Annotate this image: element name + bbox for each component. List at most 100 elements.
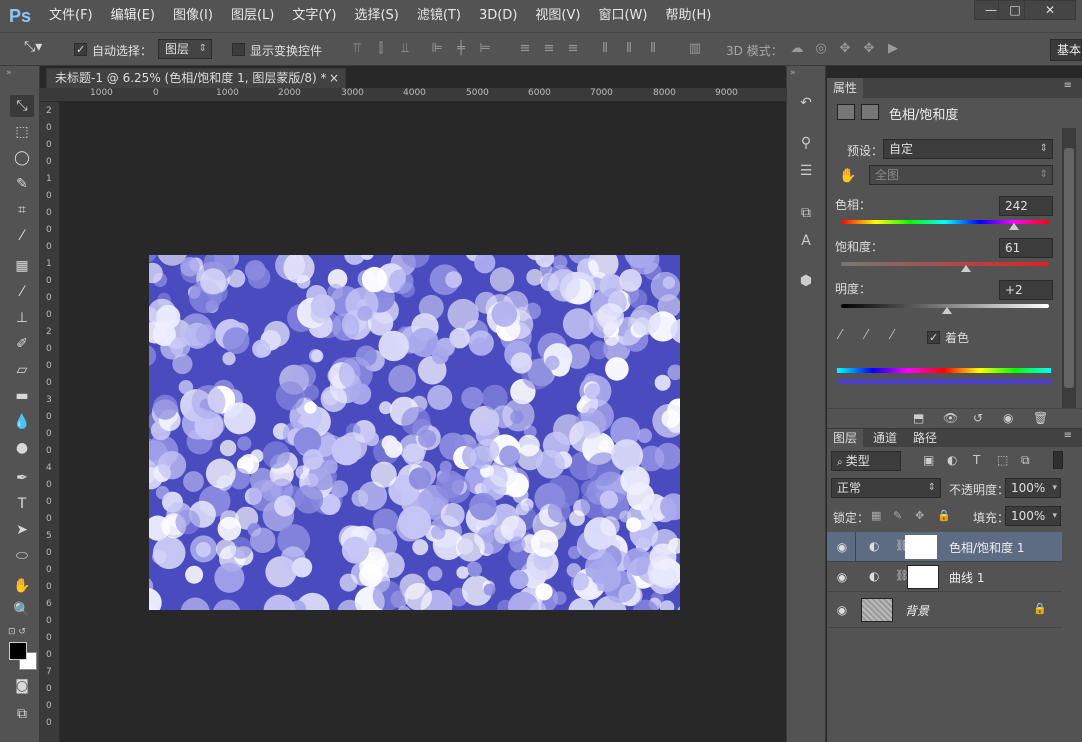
distribute-top-icon[interactable]: ≡: [516, 41, 534, 59]
history-brush-tool-icon[interactable]: ✐: [10, 333, 34, 355]
quick-mask-icon[interactable]: ◙: [10, 675, 34, 697]
3d-panel-icon[interactable]: ⬢: [795, 270, 817, 292]
properties-menu-icon[interactable]: ≡: [1064, 80, 1072, 91]
auto-select-checkbox[interactable]: [74, 42, 87, 56]
layer-name[interactable]: 背景: [905, 602, 929, 619]
saturation-slider-thumb[interactable]: [960, 265, 971, 272]
properties-scroll-thumb[interactable]: [1064, 148, 1074, 388]
toolbar-collapse-icon[interactable]: »: [6, 68, 12, 78]
saturation-slider[interactable]: [841, 262, 1049, 266]
filter-toggle[interactable]: [1053, 451, 1063, 469]
history-panel-icon[interactable]: ↶: [795, 92, 817, 114]
opacity-input[interactable]: 100% ▾: [1005, 478, 1061, 498]
preset-dropdown[interactable]: 自定 ⇕: [883, 139, 1053, 159]
filter-type-icon[interactable]: T: [973, 453, 980, 467]
align-hcenter-icon[interactable]: ╪: [452, 41, 470, 59]
layer-thumbnail[interactable]: [861, 598, 893, 622]
screen-mode-icon[interactable]: ⧉: [10, 703, 34, 725]
view-previous-icon[interactable]: 👁: [943, 411, 958, 425]
document-tab[interactable]: 未标题-1 @ 6.25% (色相/饱和度 1, 图层蒙版/8) * ×: [46, 68, 346, 88]
menu-type[interactable]: 文字(Y): [283, 0, 345, 32]
lock-position-icon[interactable]: ✥: [915, 509, 924, 522]
delete-icon[interactable]: 🗑: [1033, 411, 1048, 425]
saturation-value[interactable]: 61: [999, 238, 1053, 258]
foreground-color-swatch[interactable]: [9, 642, 27, 660]
hue-value[interactable]: 242: [999, 196, 1053, 216]
menu-filter[interactable]: 滤镜(T): [408, 0, 470, 32]
menu-file[interactable]: 文件(F): [40, 0, 102, 32]
move-tool-icon[interactable]: ⤡: [10, 95, 34, 117]
marquee-tool-icon[interactable]: ⬚: [10, 121, 34, 143]
3d-slide-icon[interactable]: ✥: [860, 41, 878, 59]
lasso-tool-icon[interactable]: ◯: [10, 147, 34, 169]
lock-transparent-icon[interactable]: ▦: [871, 509, 881, 522]
layer-name[interactable]: 曲线 1: [949, 569, 984, 586]
layer-name[interactable]: 色相/饱和度 1: [949, 539, 1025, 556]
eyedropper-icon[interactable]: ⁄: [839, 328, 841, 343]
layer-row-background[interactable]: ◉ 背景 🔒: [827, 592, 1062, 628]
filter-smart-object-icon[interactable]: ⧉: [1021, 453, 1030, 468]
crop-tool-icon[interactable]: ⌗: [10, 199, 34, 221]
3d-roll-icon[interactable]: ◎: [812, 41, 830, 59]
colorize-checkbox[interactable]: [927, 330, 940, 344]
eraser-tool-icon[interactable]: ▱: [10, 359, 34, 381]
brush-tool-icon[interactable]: ⁄: [10, 281, 34, 303]
menu-window[interactable]: 窗口(W): [589, 0, 656, 32]
align-left-icon[interactable]: ⊫: [428, 41, 446, 59]
distribute-hcenter-icon[interactable]: ⫴: [620, 41, 638, 59]
workspace-basic-button[interactable]: 基本: [1050, 39, 1082, 61]
strip-collapse-icon[interactable]: »: [790, 68, 796, 78]
hue-slider-thumb[interactable]: [1008, 223, 1019, 230]
3d-scale-icon[interactable]: ▶: [884, 41, 902, 59]
default-colors-icon[interactable]: ⊡ ↺: [8, 627, 26, 637]
filter-pixel-icon[interactable]: ▣: [923, 453, 934, 467]
filter-adjustment-icon[interactable]: ◐: [947, 453, 957, 467]
document-tab-close-icon[interactable]: ×: [329, 69, 339, 87]
close-button[interactable]: ✕: [1024, 0, 1076, 20]
eye-icon[interactable]: ◉: [835, 540, 849, 554]
move-tool-preset-icon[interactable]: ⤡▾: [24, 39, 42, 55]
lightness-value[interactable]: +2: [999, 280, 1053, 300]
3d-pan-icon[interactable]: ✥: [836, 41, 854, 59]
fill-input[interactable]: 100% ▾: [1005, 506, 1061, 526]
auto-select-dropdown[interactable]: 图层: [158, 39, 212, 59]
hand-tool-icon[interactable]: ✋: [10, 575, 34, 597]
channel-dropdown[interactable]: 全图 ⇕: [869, 165, 1053, 185]
distribute-left-icon[interactable]: ⫴: [596, 41, 614, 59]
dodge-tool-icon[interactable]: ●: [10, 437, 34, 459]
align-bottom-icon[interactable]: ⫫: [396, 41, 414, 59]
target-adjust-hand-icon[interactable]: ✋: [839, 168, 856, 184]
layer-row-curves[interactable]: ◉ ◐ ⛓ 曲线 1: [827, 562, 1062, 592]
menu-3d[interactable]: 3D(D): [470, 0, 526, 32]
eye-icon[interactable]: ◉: [835, 603, 849, 617]
lock-pixels-icon[interactable]: ✎: [893, 509, 902, 522]
filter-shape-icon[interactable]: ⬚: [997, 453, 1008, 467]
layers-menu-icon[interactable]: ≡: [1064, 430, 1072, 441]
align-right-icon[interactable]: ⊨: [476, 41, 494, 59]
layer-mask-thumbnail[interactable]: [905, 535, 937, 559]
clip-to-layer-icon[interactable]: ⬒: [913, 411, 924, 425]
tab-paths[interactable]: 路径: [907, 429, 943, 447]
3d-orbit-icon[interactable]: ☁: [788, 41, 806, 59]
eye-icon[interactable]: ◉: [835, 570, 849, 584]
mask-icon[interactable]: [861, 104, 879, 120]
lightness-slider-thumb[interactable]: [942, 307, 953, 314]
gradient-tool-icon[interactable]: ▬: [10, 385, 34, 407]
reset-icon[interactable]: ↺: [973, 411, 983, 425]
lock-all-icon[interactable]: 🔒: [937, 509, 951, 522]
toggle-visibility-icon[interactable]: ◉: [1003, 411, 1013, 425]
distribute-bottom-icon[interactable]: ≡: [564, 41, 582, 59]
ellipse-tool-icon[interactable]: ⬭: [10, 545, 34, 567]
adjustments-icon[interactable]: ☰: [795, 160, 817, 182]
character-styles-icon[interactable]: A: [795, 230, 817, 252]
layer-mask-thumbnail[interactable]: [907, 565, 939, 589]
eyedropper-add-icon[interactable]: ⁄: [865, 328, 867, 343]
auto-align-icon[interactable]: ▥: [686, 41, 704, 59]
menu-layer[interactable]: 图层(L): [222, 0, 283, 32]
menu-image[interactable]: 图像(I): [164, 0, 222, 32]
tab-layers[interactable]: 图层: [827, 429, 864, 447]
blend-mode-dropdown[interactable]: 正常 ⇕: [831, 478, 941, 498]
menu-help[interactable]: 帮助(H): [656, 0, 720, 32]
clone-source-icon[interactable]: ⧉: [795, 202, 817, 224]
quick-select-tool-icon[interactable]: ✎: [10, 173, 34, 195]
